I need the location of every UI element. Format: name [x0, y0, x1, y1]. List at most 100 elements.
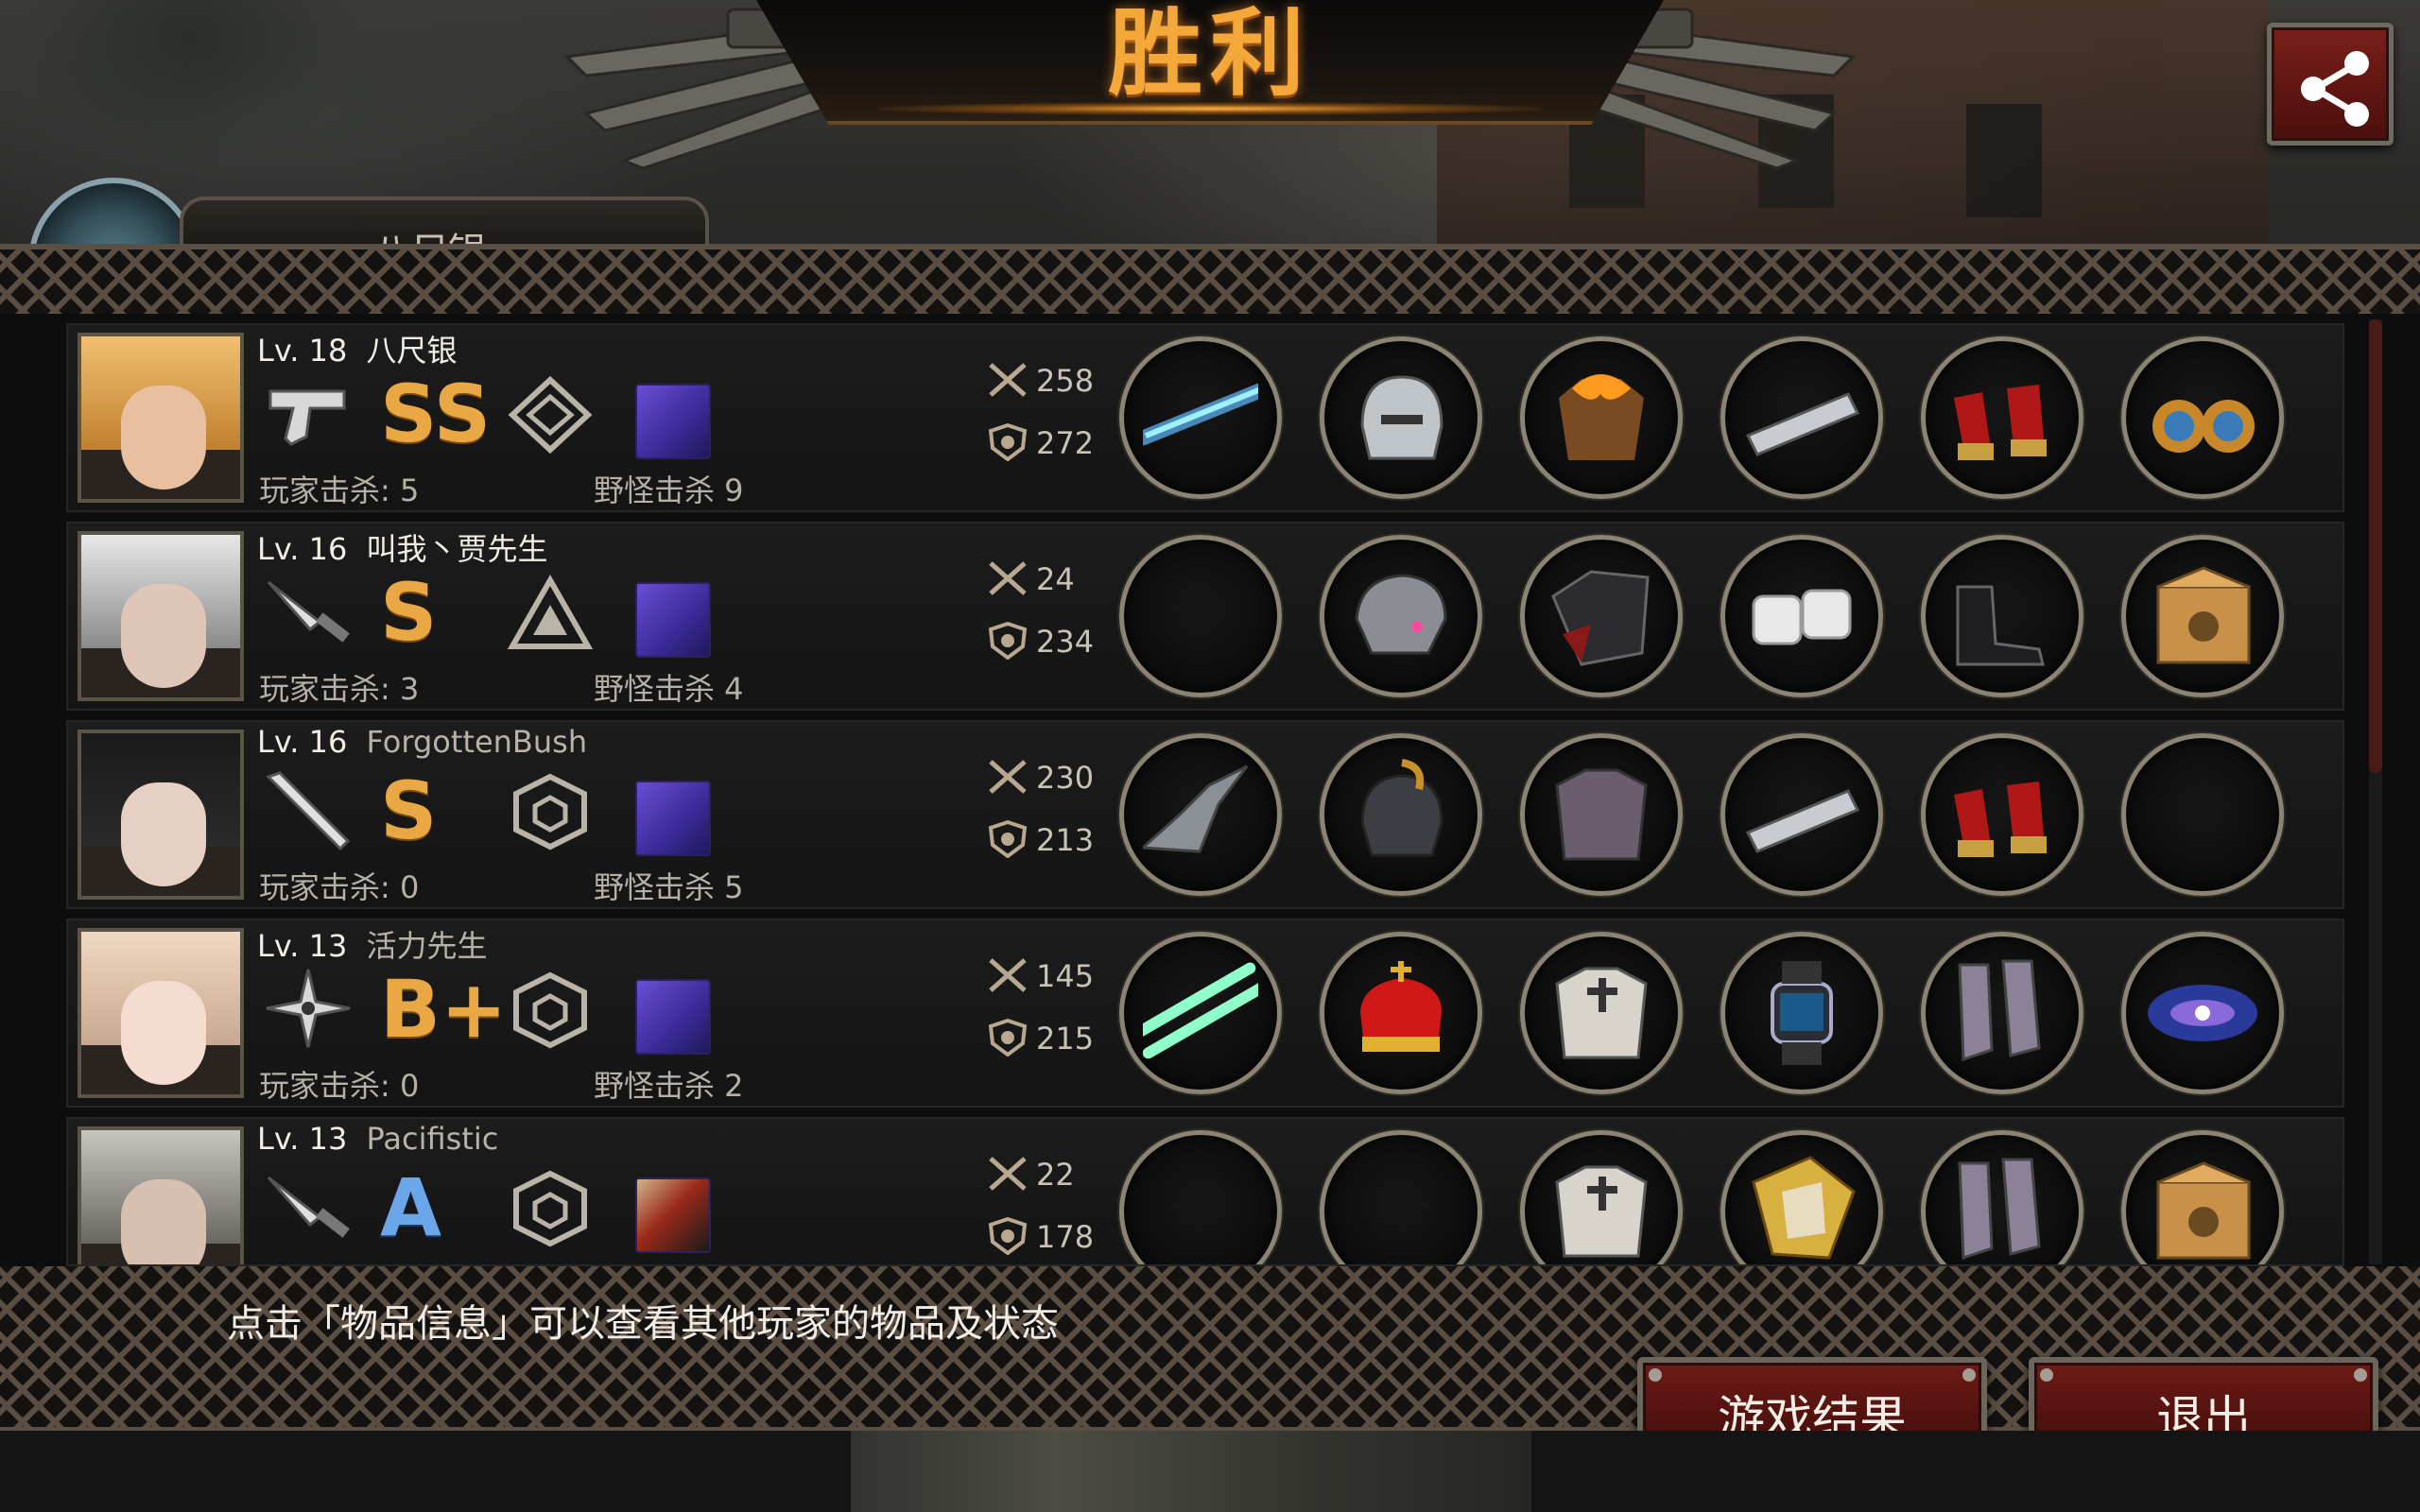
player-name: ForgottenBush — [366, 724, 588, 760]
defense-value: 272 — [1036, 425, 1095, 461]
player-level: Lv. 13 — [257, 1121, 348, 1157]
empty-item-slot[interactable] — [1320, 1130, 1482, 1264]
red-heels-icon — [1954, 782, 2047, 857]
knife-icon — [267, 580, 350, 643]
bottom-character-art — [851, 1431, 1531, 1512]
gem-earrings-icon — [2152, 400, 2255, 453]
defense-stat: 178 — [987, 1215, 1129, 1259]
cat-box-icon — [2156, 1161, 2251, 1260]
flaming-armor-icon — [1559, 374, 1644, 460]
player-name-line: Lv. 13 Pacifistic — [257, 1121, 498, 1157]
hexagon-rank-icon — [513, 1170, 587, 1247]
item-slot[interactable] — [2121, 336, 2284, 499]
galaxy-icon — [2148, 985, 2257, 1041]
item-slot[interactable] — [1720, 932, 1883, 1094]
white-bandage-icon — [1752, 589, 1852, 645]
share-icon — [2301, 51, 2369, 127]
monster-kills: 野怪击杀 4 — [594, 671, 744, 707]
attack-stat: 22 — [987, 1153, 1129, 1196]
player-avatar — [78, 928, 244, 1098]
shield-icon — [988, 1019, 1028, 1057]
player-kills: 玩家击杀: 3 — [259, 671, 420, 707]
hexagon-rank-icon — [513, 773, 587, 850]
item-slot[interactable] — [1320, 336, 1482, 499]
item-slot[interactable] — [1520, 932, 1683, 1094]
player-level: Lv. 16 — [257, 531, 348, 567]
silver-helmet-icon — [1360, 375, 1443, 460]
item-slot[interactable] — [1921, 336, 2083, 499]
empty-item-slot[interactable] — [2121, 733, 2284, 896]
golden-shield-icon — [1752, 1156, 1856, 1260]
item-slot[interactable] — [1520, 1130, 1683, 1264]
rivet — [2040, 1368, 2053, 1382]
knife-icon — [267, 1176, 350, 1238]
monster-kills: 野怪击杀 5 — [594, 869, 744, 905]
item-slot[interactable] — [2121, 535, 2284, 697]
plate-armor-icon — [1555, 768, 1648, 861]
grade-badge: B+ — [380, 963, 508, 1056]
purple-monster-icon — [635, 582, 711, 658]
crossed-swords-icon — [989, 760, 1027, 794]
item-slot[interactable] — [1320, 733, 1482, 896]
item-slot[interactable] — [1320, 535, 1482, 697]
list-scrollbar-thumb[interactable] — [2369, 319, 2382, 773]
player-level: Lv. 13 — [257, 928, 348, 964]
item-slot[interactable] — [1720, 733, 1883, 896]
item-slot[interactable] — [1720, 336, 1883, 499]
player-avatar — [78, 730, 244, 900]
item-slot[interactable] — [1921, 932, 2083, 1094]
player-row[interactable]: Lv. 18 八尺银 SS 玩家击杀: 5 野怪击杀 9 258 272 — [66, 323, 2344, 512]
shield-icon — [988, 820, 1028, 858]
item-slot[interactable] — [2121, 932, 2284, 1094]
item-slot[interactable] — [1720, 1130, 1883, 1264]
rivet — [1649, 1368, 1662, 1382]
defense-value: 215 — [1036, 1021, 1095, 1057]
defense-value: 234 — [1036, 624, 1095, 660]
player-row[interactable]: Lv. 13 活力先生 B+ 玩家击杀: 0 野怪击杀 2 145 215 — [66, 919, 2344, 1108]
item-slot[interactable] — [1720, 535, 1883, 697]
item-slot[interactable] — [1921, 733, 2083, 896]
player-name: 八尺银 — [366, 333, 458, 369]
defense-stat: 272 — [987, 421, 1129, 465]
item-slot[interactable] — [1119, 932, 1282, 1094]
monster-kills: 野怪击杀 9 — [594, 472, 744, 508]
share-button[interactable] — [2267, 23, 2394, 146]
item-slot[interactable] — [1520, 336, 1683, 499]
player-level: Lv. 16 — [257, 724, 348, 760]
empty-item-slot[interactable] — [1119, 535, 1282, 697]
item-slot[interactable] — [1320, 932, 1482, 1094]
player-row[interactable]: Lv. 13 Pacifistic A 22 178 — [66, 1117, 2344, 1266]
item-slot[interactable] — [1520, 733, 1683, 896]
shield-icon — [988, 423, 1028, 461]
item-slot[interactable] — [1119, 733, 1282, 896]
defense-stat: 215 — [987, 1017, 1129, 1060]
victory-title: 胜利 — [1108, 0, 1312, 109]
attack-stat: 145 — [987, 954, 1129, 998]
player-name: 活力先生 — [366, 928, 488, 964]
rivet — [1962, 1368, 1976, 1382]
tall-boots-icon — [1958, 1158, 2041, 1261]
attack-stat: 230 — [987, 756, 1129, 799]
player-list[interactable]: Lv. 18 八尺银 SS 玩家击杀: 5 野怪击杀 9 258 272 Lv.… — [0, 314, 2420, 1266]
player-name-line: Lv. 16 叫我丶贾先生 — [257, 525, 548, 569]
knight-helmet-icon — [1360, 759, 1443, 857]
monster-kills: 野怪击杀 2 — [594, 1068, 744, 1104]
player-kills: 玩家击杀: 5 — [259, 472, 420, 508]
player-avatar — [78, 1126, 244, 1264]
player-kills: 玩家击杀: 0 — [259, 1068, 420, 1104]
player-name: Pacifistic — [366, 1121, 499, 1157]
shield-icon — [988, 622, 1028, 660]
player-name-line: Lv. 13 活力先生 — [257, 922, 488, 966]
item-slot[interactable] — [2121, 1130, 2284, 1264]
item-slot[interactable] — [1921, 535, 2083, 697]
spiked-bracer-icon — [1745, 392, 1859, 456]
item-slot[interactable] — [1921, 1130, 2083, 1264]
smart-watch-icon — [1771, 961, 1833, 1065]
item-slot[interactable] — [1119, 336, 1282, 499]
hexagon-rank-icon — [513, 971, 587, 1049]
player-row[interactable]: Lv. 16 叫我丶贾先生 S 玩家击杀: 3 野怪击杀 4 24 234 — [66, 522, 2344, 711]
player-row[interactable]: Lv. 16 ForgottenBush S 玩家击杀: 0 野怪击杀 5 23… — [66, 720, 2344, 909]
item-slot[interactable] — [1520, 535, 1683, 697]
pistol-icon — [268, 389, 346, 446]
empty-item-slot[interactable] — [1119, 1130, 1282, 1264]
